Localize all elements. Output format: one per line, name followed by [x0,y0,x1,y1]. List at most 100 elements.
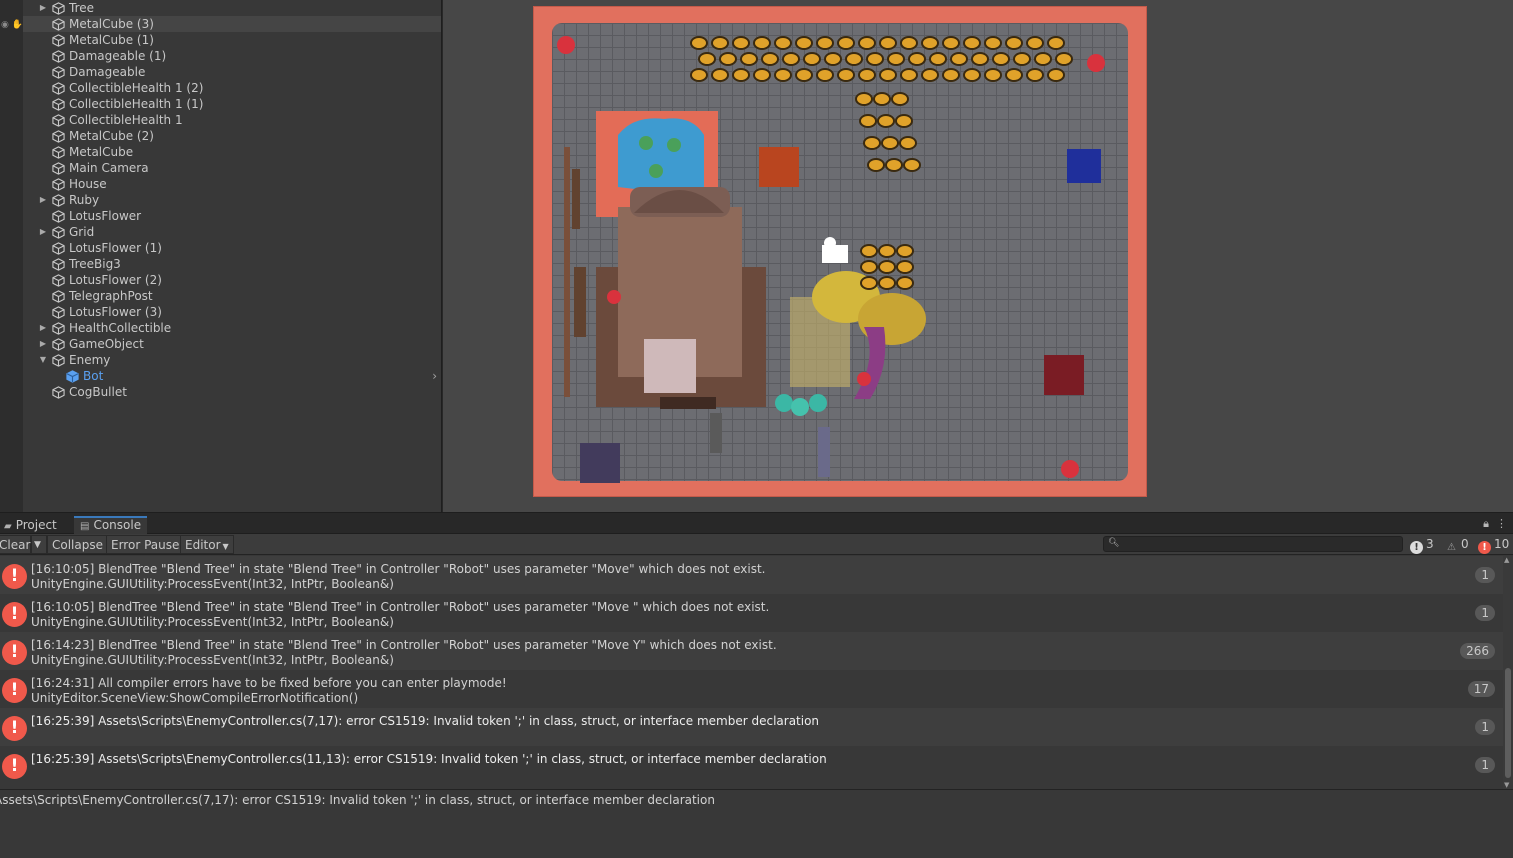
info-filter-toggle[interactable]: ! 3 [1410,535,1434,554]
hierarchy-item[interactable]: LotusFlower [23,208,441,224]
hierarchy-item[interactable]: LotusFlower (3) [23,304,441,320]
log-detail-pane: Assets\Scripts\EnemyController.cs(7,17):… [0,789,1513,858]
hierarchy-item[interactable]: ▶ GameObject [23,336,441,352]
hierarchy-item-label: MetalCube (2) [69,129,154,143]
hierarchy-item[interactable]: ▶ Tree [23,0,441,16]
cog-bullet-sprite [774,36,792,50]
log-list: ! [16:10:05] BlendTree "Blend Tree" in st… [0,556,1503,789]
chevron-right-icon[interactable]: › [432,368,437,384]
clear-dropdown-chevron-down-icon[interactable]: ▼ [31,535,47,554]
cog-bullet-sprite [803,52,821,66]
hierarchy-item[interactable]: ▶ Ruby [23,192,441,208]
cog-bullet-sprite [816,68,834,82]
cog-bullet-sprite [891,92,909,106]
hierarchy-item[interactable]: Damageable (1) [23,48,441,64]
scroll-up-icon[interactable]: ▲ [1504,556,1509,564]
gameobject-cube-icon [52,50,65,63]
collapse-button[interactable]: Collapse [47,535,108,554]
cog-bullet-sprite [963,36,981,50]
log-count-badge: 17 [1467,681,1495,697]
log-entry[interactable]: ! [16:25:39] Assets\Scripts\EnemyControll… [0,746,1503,784]
hierarchy-item[interactable]: LotusFlower (1) [23,240,441,256]
hierarchy-item[interactable]: ▼ Enemy [23,352,441,368]
log-entry[interactable]: ! [16:10:05] BlendTree "Blend Tree" in st… [0,594,1503,632]
expand-arrow-right-icon[interactable]: ▶ [37,336,49,352]
cog-bullet-sprite [881,136,899,150]
log-entry[interactable]: ! [16:10:05] BlendTree "Blend Tree" in st… [0,556,1503,594]
warning-icon: ⚠ [1447,542,1456,553]
cog-bullet-sprite [860,244,878,258]
clear-button[interactable]: Clear [0,535,31,554]
hierarchy-item-label: LotusFlower [69,209,142,223]
cog-bullet-sprite [732,68,750,82]
hierarchy-item[interactable]: CollectibleHealth 1 [23,112,441,128]
cog-bullet-sprite [873,92,891,106]
tab-console[interactable]: ▤ Console [74,516,148,534]
hierarchy-item[interactable]: Main Camera [23,160,441,176]
expand-arrow-right-icon[interactable]: ▶ [37,0,49,16]
lock-icon[interactable]: 🔒︎ [1483,517,1489,530]
hierarchy-item[interactable]: MetalCube [23,144,441,160]
search-input[interactable]: 🔍︎ [1103,536,1403,552]
error-icon: ! [2,640,27,665]
gameobject-cube-icon [52,82,65,95]
log-message: [16:25:39] Assets\Scripts\EnemyControlle… [31,752,827,766]
console-toolbar: Clear ▼ Collapse Error Pause Editor ▼ 🔍︎ … [0,534,1513,555]
warning-count: 0 [1461,537,1469,551]
hierarchy-item[interactable]: LotusFlower (2) [23,272,441,288]
scroll-down-icon[interactable]: ▼ [1504,781,1509,789]
cog-bullet-sprite [1047,36,1065,50]
log-entry[interactable]: ! [16:14:23] BlendTree "Blend Tree" in st… [0,632,1503,670]
cog-bullet-sprite [855,92,873,106]
warning-filter-toggle[interactable]: ⚠ 0 [1445,535,1469,554]
error-pause-button[interactable]: Error Pause [106,535,185,554]
visibility-toggle-icon[interactable]: ◉ ✋ [0,17,23,33]
scene-view[interactable] [443,0,1513,512]
hierarchy-item[interactable]: MetalCube (2) [23,128,441,144]
log-stacktrace: UnityEngine.GUIUtility:ProcessEvent(Int3… [31,577,394,591]
cog-bullet-sprite [719,52,737,66]
hierarchy-item[interactable]: Bot › [23,368,441,384]
expand-arrow-down-icon[interactable]: ▼ [37,352,49,368]
gameobject-cube-icon [52,338,65,351]
log-scrollbar[interactable]: ▲ ▼ [1503,556,1513,789]
cog-bullet-sprite [761,52,779,66]
editor-dropdown[interactable]: Editor ▼ [180,535,234,554]
log-stacktrace: UnityEngine.GUIUtility:ProcessEvent(Int3… [31,653,394,667]
log-message: [16:10:05] BlendTree "Blend Tree" in sta… [31,562,766,576]
cog-bullet-sprite [895,114,913,128]
cog-bullet-sprite [863,136,881,150]
hierarchy-item[interactable]: Damageable [23,64,441,80]
hierarchy-item-label: Enemy [69,353,111,367]
expand-arrow-right-icon[interactable]: ▶ [37,224,49,240]
expand-arrow-right-icon[interactable]: ▶ [37,192,49,208]
tab-project[interactable]: ▰ Project [0,516,63,534]
error-icon: ! [2,754,27,779]
hierarchy-item[interactable]: House [23,176,441,192]
gameobject-cube-icon [52,210,65,223]
log-count-badge: 1 [1475,605,1495,621]
hierarchy-item-label: LotusFlower (3) [69,305,162,319]
hierarchy-item[interactable]: ▶ HealthCollectible [23,320,441,336]
hierarchy-item[interactable]: CogBullet [23,384,441,400]
hierarchy-item[interactable]: CollectibleHealth 1 (2) [23,80,441,96]
cog-bullet-sprite [950,52,968,66]
gameobject-cube-icon [52,146,65,159]
hierarchy-item[interactable]: CollectibleHealth 1 (1) [23,96,441,112]
log-entry[interactable]: ! [16:25:39] Assets\Scripts\EnemyControll… [0,708,1503,746]
expand-arrow-right-icon[interactable]: ▶ [37,320,49,336]
error-icon: ! [1478,541,1491,554]
hierarchy-item[interactable]: TelegraphPost [23,288,441,304]
scrollbar-thumb[interactable] [1505,668,1511,778]
hierarchy-item[interactable]: TreeBig3 [23,256,441,272]
hierarchy-item[interactable]: MetalCube (1) [23,32,441,48]
tab-console-label: Console [93,518,142,532]
hierarchy-item-label: Bot [83,369,104,383]
gameobject-cube-icon [52,114,65,127]
hierarchy-item[interactable]: MetalCube (3) [23,16,441,32]
cog-bullet-sprite [900,36,918,50]
log-entry[interactable]: ! [16:24:31] All compiler errors have to … [0,670,1503,708]
more-options-icon[interactable]: ⋮ [1496,517,1507,530]
hierarchy-item[interactable]: ▶ Grid [23,224,441,240]
error-filter-toggle[interactable]: ! 10 [1478,535,1509,554]
